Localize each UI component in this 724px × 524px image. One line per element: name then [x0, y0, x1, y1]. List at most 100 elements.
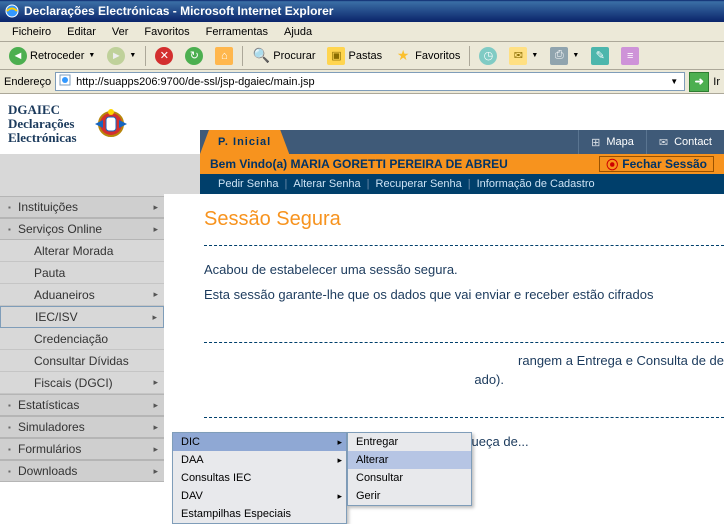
flyout-item-dav[interactable]: DAV ▸ — [173, 487, 346, 505]
flyout-item-daa[interactable]: DAA▸ — [173, 451, 346, 469]
sidebar-item-aduaneiros[interactable]: Aduaneiros▸ — [0, 284, 164, 306]
menu-file[interactable]: Ficheiro — [4, 24, 59, 40]
sidebar-item-downloads[interactable]: ▪Downloads▸ — [0, 460, 164, 482]
folders-button[interactable]: ▣Pastas — [322, 44, 387, 68]
print-icon: ⎙ — [550, 47, 568, 65]
flyout-item-label: Estampilhas Especiais — [181, 508, 291, 520]
content-p3b: ado). — [204, 372, 504, 387]
chevron-right-icon: ▸ — [153, 202, 158, 213]
discuss-button[interactable]: ≡ — [616, 44, 644, 68]
mail-icon: ✉ — [659, 136, 668, 149]
discuss-icon: ≡ — [621, 47, 639, 65]
sidebar-item-alterar-morada[interactable]: Alterar Morada — [0, 240, 164, 262]
subnav-info-cadastro[interactable]: Informação de Cadastro — [477, 178, 595, 190]
menu-tools[interactable]: Ferramentas — [198, 24, 276, 40]
divider — [204, 245, 724, 246]
logo-area: DGAIEC Declarações Electrónicas — [0, 94, 200, 154]
menu-help[interactable]: Ajuda — [276, 24, 320, 40]
dropdown-icon: ▼ — [129, 52, 136, 59]
sidebar-item-pauta[interactable]: Pauta — [0, 262, 164, 284]
brand-text: DGAIEC Declarações Electrónicas — [8, 103, 77, 145]
flyout-dic: Entregar Alterar Consultar Gerir — [347, 432, 472, 506]
top-nav: P. Inicial ⊞ Mapa ✉ Contact — [200, 130, 724, 154]
forward-icon: ► — [107, 47, 125, 65]
topnav-mapa-label: Mapa — [606, 136, 634, 148]
sidebar-item-estatisticas[interactable]: ▪Estatísticas▸ — [0, 394, 164, 416]
flyout-item-estampilhas[interactable]: Estampilhas Especiais — [173, 505, 346, 523]
brand-line2: Declarações — [8, 117, 77, 131]
content-p1: Acabou de estabelecer uma sessão segura. — [204, 262, 724, 277]
flyout-item-dic[interactable]: DIC ▸ — [173, 433, 346, 451]
topnav-contact[interactable]: ✉ Contact — [646, 130, 724, 154]
chevron-right-icon: ▸ — [153, 466, 158, 477]
flyout-item-label: Entregar — [356, 436, 398, 448]
address-input[interactable]: http://suapps206:9700/de-ssl/jsp-dgaiec/… — [55, 72, 685, 91]
brand-line3: Electrónicas — [8, 131, 77, 145]
flyout-item-alterar[interactable]: Alterar — [348, 451, 471, 469]
mail-button[interactable]: ✉▼ — [504, 44, 543, 68]
edit-icon: ✎ — [591, 47, 609, 65]
sidebar-item-label: Estatísticas — [18, 398, 79, 412]
subnav-pedir-senha[interactable]: Pedir Senha — [218, 178, 279, 190]
sidebar-item-servicos-online[interactable]: ▪Serviços Online▸ — [0, 218, 164, 240]
chevron-right-icon: ▸ — [337, 437, 342, 448]
go-label: Ir — [713, 76, 720, 88]
welcome-bar: Bem Vindo(a) MARIA GORETTI PEREIRA DE AB… — [200, 154, 724, 174]
sidebar-item-formularios[interactable]: ▪Formulários▸ — [0, 438, 164, 460]
sidebar-item-label: Fiscais (DGCI) — [34, 376, 113, 390]
page-body: DGAIEC Declarações Electrónicas P. Inici… — [0, 94, 724, 482]
subnav-alterar-senha[interactable]: Alterar Senha — [293, 178, 360, 190]
home-button[interactable]: ⌂ — [210, 44, 238, 68]
flyout-item-entregar[interactable]: Entregar — [348, 433, 471, 451]
separator — [145, 46, 146, 66]
chevron-right-icon: ▸ — [337, 491, 342, 502]
bullet-icon: ▪ — [8, 225, 11, 234]
refresh-icon: ↻ — [185, 47, 203, 65]
edit-button[interactable]: ✎ — [586, 44, 614, 68]
flyout-item-label: DIC — [181, 436, 200, 448]
sidebar-item-simuladores[interactable]: ▪Simuladores▸ — [0, 416, 164, 438]
topnav-contact-label: Contact — [674, 136, 712, 148]
sidebar-item-credenciacao[interactable]: Credenciação — [0, 328, 164, 350]
menu-favorites[interactable]: Favoritos — [136, 24, 197, 40]
stop-button[interactable]: ✕ — [150, 44, 178, 68]
flyout-item-consultar[interactable]: Consultar — [348, 469, 471, 487]
sidebar-item-iec-isv[interactable]: IEC/ISV▸ — [0, 306, 164, 328]
favorites-icon: ★ — [394, 47, 412, 65]
close-session-label: Fechar Sessão — [622, 157, 707, 171]
tab-inicial[interactable]: P. Inicial — [200, 130, 289, 154]
menu-edit[interactable]: Editar — [59, 24, 104, 40]
forward-button[interactable]: ► ▼ — [102, 44, 141, 68]
home-icon: ⌂ — [215, 47, 233, 65]
folders-icon: ▣ — [327, 47, 345, 65]
sitemap-icon: ⊞ — [591, 136, 600, 149]
sidebar: ▪Instituições▸ ▪Serviços Online▸ Alterar… — [0, 194, 164, 482]
print-button[interactable]: ⎙▼ — [545, 44, 584, 68]
window-titlebar: Declarações Electrónicas - Microsoft Int… — [0, 0, 724, 22]
subnav-recuperar-senha[interactable]: Recuperar Senha — [376, 178, 462, 190]
back-button[interactable]: ◄ Retroceder ▼ — [4, 44, 100, 68]
refresh-button[interactable]: ↻ — [180, 44, 208, 68]
dropdown-icon: ▼ — [88, 52, 95, 59]
sidebar-item-fiscais-dgci[interactable]: Fiscais (DGCI)▸ — [0, 372, 164, 394]
favorites-button[interactable]: ★Favoritos — [389, 44, 465, 68]
menu-view[interactable]: Ver — [104, 24, 137, 40]
sidebar-item-label: Simuladores — [18, 420, 85, 434]
sidebar-item-label: Instituições — [18, 200, 78, 214]
menubar: Ficheiro Editar Ver Favoritos Ferramenta… — [0, 22, 724, 42]
history-button[interactable]: ◷ — [474, 44, 502, 68]
close-session-button[interactable]: ⦿ Fechar Sessão — [599, 156, 714, 172]
sidebar-item-label: Serviços Online — [18, 222, 102, 236]
flyout-item-gerir[interactable]: Gerir — [348, 487, 471, 505]
sidebar-item-consultar-dividas[interactable]: Consultar Dívidas — [0, 350, 164, 372]
address-dropdown-icon[interactable]: ▼ — [666, 77, 682, 86]
close-icon: ⦿ — [606, 156, 618, 173]
flyout-item-consultas-iec[interactable]: Consultas IEC — [173, 469, 346, 487]
search-button[interactable]: 🔍Procurar — [247, 44, 320, 68]
sidebar-item-label: Downloads — [18, 464, 77, 478]
topnav-mapa[interactable]: ⊞ Mapa — [578, 130, 646, 154]
flyout-item-label: DAV — [181, 490, 203, 502]
go-button[interactable]: ➜ — [689, 72, 709, 92]
addressbar: Endereço http://suapps206:9700/de-ssl/js… — [0, 70, 724, 94]
sidebar-item-instituicoes[interactable]: ▪Instituições▸ — [0, 196, 164, 218]
